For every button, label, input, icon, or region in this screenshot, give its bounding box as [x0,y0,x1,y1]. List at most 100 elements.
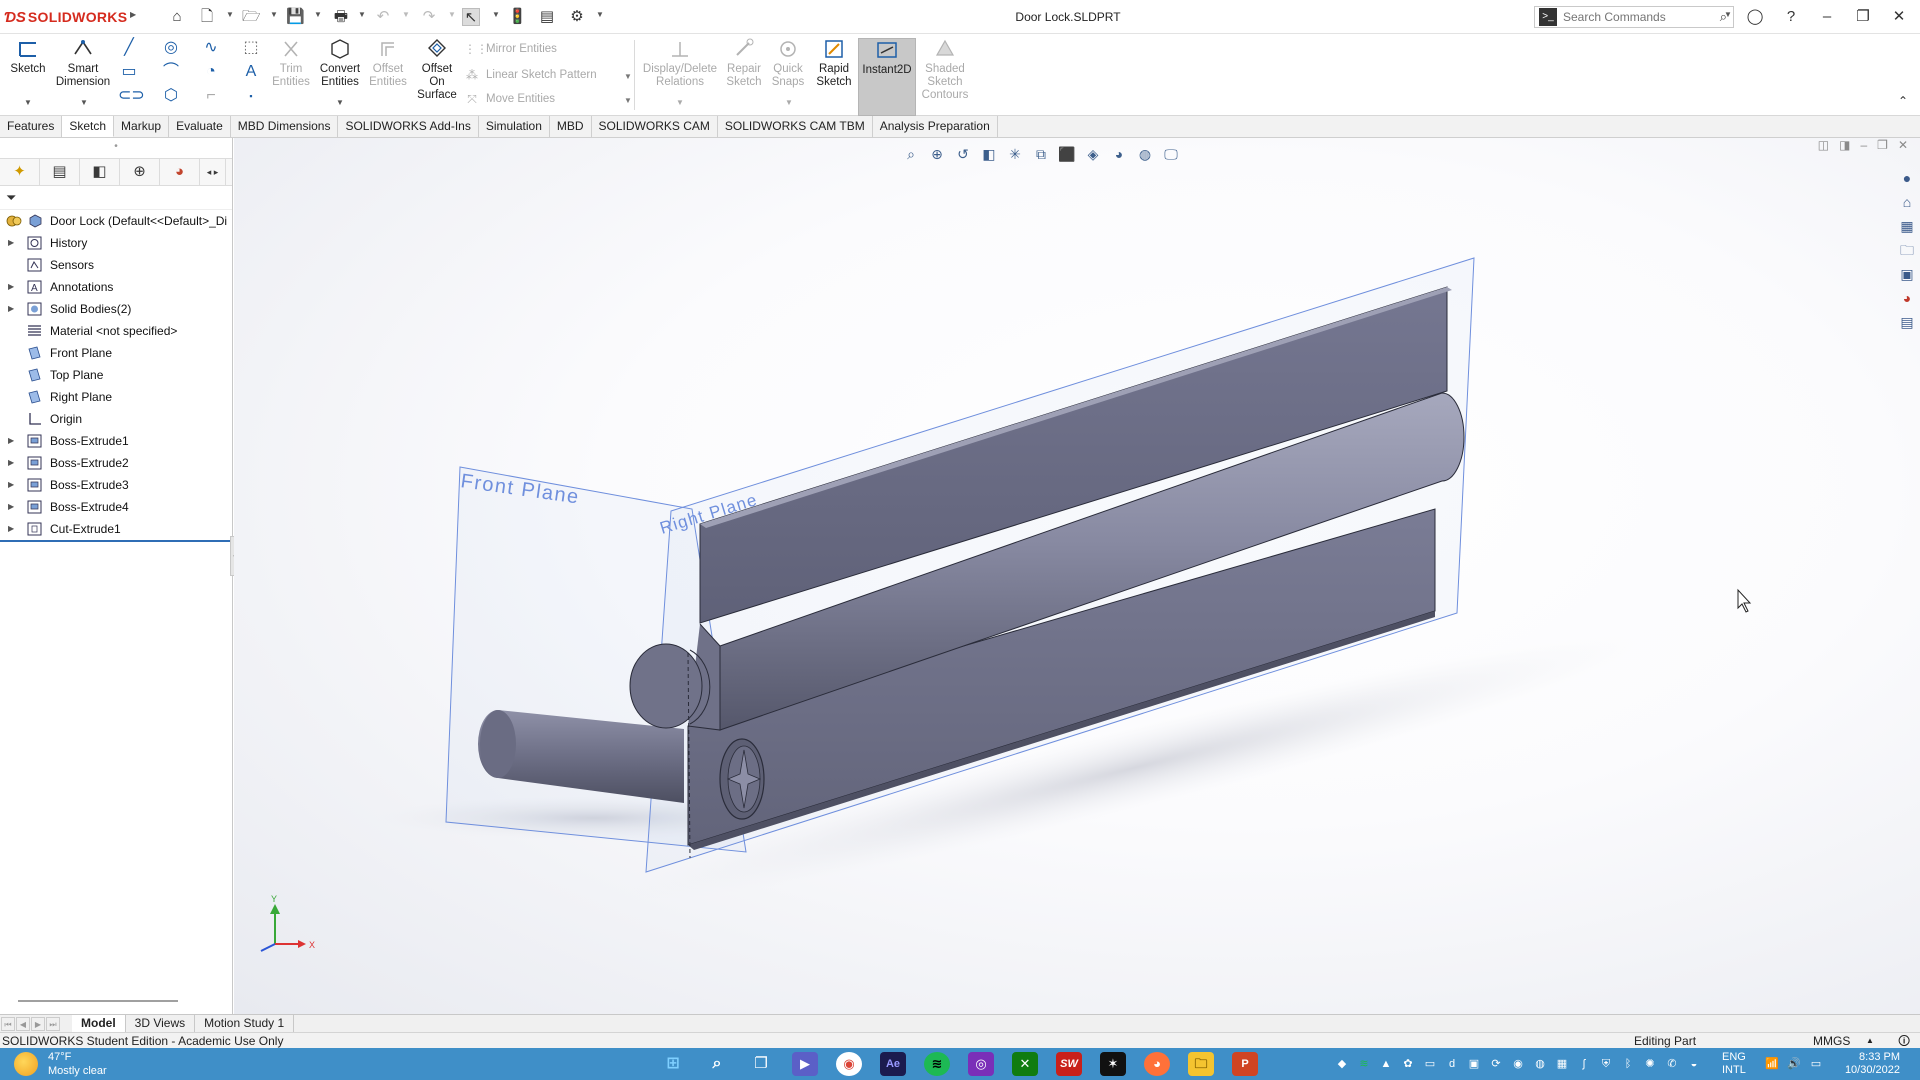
search-commands-box[interactable]: >_ ⌕ [1534,6,1734,28]
point-tool-icon[interactable]: ▪ [240,86,262,106]
text-tool-icon[interactable]: A [240,62,262,82]
offset-on-surface-button[interactable]: Offset On Surface [414,38,460,102]
expand-arrow-icon[interactable]: ▶ [8,276,14,298]
view-orientation-icon[interactable]: ⧉ [1030,144,1052,164]
tray-settings-icon[interactable]: ✺ [1642,1056,1658,1072]
file-explorer-taskbar-icon[interactable]: 🗀 [1188,1052,1214,1076]
tray-app-icon[interactable]: ✿ [1400,1056,1416,1072]
restore-icon[interactable]: ❐ [1848,4,1878,30]
trim-entities-button[interactable]: Trim Entities [270,38,312,89]
appearances-scenes-icon[interactable]: ▣ [1894,262,1920,286]
undo-icon[interactable]: ↶ [374,8,392,26]
tree-item-origin[interactable]: Origin [0,408,232,430]
purple-app-icon[interactable]: ◎ [968,1052,994,1076]
view-settings-icon[interactable]: 🖵 [1160,144,1182,164]
select-dropdown-icon[interactable]: ▼ [492,10,500,19]
battery-icon[interactable]: ▭ [1808,1056,1824,1072]
spotify-icon[interactable]: ≋ [924,1052,950,1076]
snaps-dropdown-icon[interactable]: ▼ [785,98,793,107]
solidworks-taskbar-icon[interactable]: SW [1056,1052,1082,1076]
tree-item-material-not-specified[interactable]: Material <not specified> [0,320,232,342]
rapid-sketch-button[interactable]: Rapid Sketch [812,38,856,89]
undo-dropdown-icon[interactable]: ▼ [402,10,410,19]
chrome-icon[interactable]: ◉ [836,1052,862,1076]
split-view-right-icon[interactable]: ◨ [1839,138,1850,152]
tab-solidworks-cam[interactable]: SOLIDWORKS CAM [592,116,718,137]
close-icon[interactable]: ✕ [1884,4,1914,30]
move-entities-button[interactable]: ⤧ Move Entities [464,92,555,106]
tab-mbd[interactable]: MBD [550,116,592,137]
tree-item-solid-bodies-2[interactable]: ▶ Solid Bodies(2) [0,298,232,320]
tray-spotify-icon[interactable]: ≋ [1356,1056,1372,1072]
tree-item-boss-extrude3[interactable]: ▶ Boss-Extrude3 [0,474,232,496]
zoom-to-fit-icon[interactable]: ⌕ [900,144,922,164]
tree-root-part[interactable]: Door Lock (Default<<Default>_Di [0,210,232,232]
tray-display-icon[interactable]: ▭ [1422,1056,1438,1072]
arc-tool-icon[interactable]: ⌒ [160,62,182,82]
smart-dimension-button[interactable]: Smart Dimension [52,38,114,89]
units-dropdown-icon[interactable]: ▲ [1866,1033,1874,1049]
save-dropdown-icon[interactable]: ▼ [314,10,322,19]
options-gear-icon[interactable]: ⚙ [568,8,586,26]
solidworks-resources-icon[interactable]: ● [1894,166,1920,190]
after-effects-icon[interactable]: Ae [880,1052,906,1076]
hide-show-items-icon[interactable]: ◈ [1082,144,1104,164]
tray-media-icon[interactable]: ▣ [1466,1056,1482,1072]
previous-tab-icon[interactable]: ◀ [16,1016,30,1031]
tab-simulation[interactable]: Simulation [479,116,550,137]
firefox-icon[interactable]: ◕ [1144,1052,1170,1076]
tree-item-boss-extrude1[interactable]: ▶ Boss-Extrude1 [0,430,232,452]
volume-icon[interactable]: 🔊 [1786,1056,1802,1072]
tray-security-icon[interactable]: ◒ [1686,1056,1702,1072]
expand-arrow-icon[interactable]: ▶ [8,430,14,452]
previous-view-icon[interactable]: ↺ [952,144,974,164]
tab-solidworks-cam-tbm[interactable]: SOLIDWORKS CAM TBM [718,116,873,137]
spline-tool-icon[interactable]: ∿ [200,38,222,58]
shaded-sketch-contours-button[interactable]: Shaded Sketch Contours [920,38,970,102]
smart-dimension-dropdown-icon[interactable]: ▼ [80,98,88,107]
collapse-ribbon-icon[interactable]: ⌃ [1898,94,1908,108]
tree-item-right-plane[interactable]: Right Plane [0,386,232,408]
mirror-entities-button[interactable]: ⋮⋮ Mirror Entities [464,42,557,56]
expand-arrow-icon[interactable]: ▶ [8,232,14,254]
panel-tabs-scroll-icon[interactable]: ◂ ▸ [200,159,226,185]
tab-solidworks-add-ins[interactable]: SOLIDWORKS Add-Ins [338,116,479,137]
circle-tool-icon[interactable]: ◎ [160,38,182,58]
graphics-area[interactable]: Front Plane Right Plane Y X ⌕ ⊕ ↺ ◧ ✳ ⧉ … [234,138,1920,1014]
dimxpert-manager-icon[interactable]: ⊕ [120,159,160,185]
tab-3d-views[interactable]: 3D Views [126,1015,196,1032]
expand-arrow-icon[interactable]: ▶ [8,518,14,540]
tree-item-annotations[interactable]: ▶ A Annotations [0,276,232,298]
print-dropdown-icon[interactable]: ▼ [358,10,366,19]
display-delete-relations-button[interactable]: Display/Delete Relations [640,38,720,89]
user-account-icon[interactable]: ◯ [1740,4,1770,30]
property-manager-icon[interactable]: ▤ [40,159,80,185]
tray-edge-icon[interactable]: ◍ [1532,1056,1548,1072]
polygon-tool-icon[interactable]: ⬡ [160,86,182,106]
search-commands-input[interactable] [1563,10,1720,24]
file-properties-icon[interactable]: ▤ [538,8,556,26]
panel-horizontal-scrollbar[interactable] [18,1000,178,1002]
fillet-tool-icon[interactable]: ◔ [200,62,222,82]
task-view-icon[interactable]: ❐ [748,1052,774,1076]
expand-arrow-icon[interactable]: ▶ [8,474,14,496]
tray-discord-icon[interactable]: d [1444,1056,1460,1072]
solidworks-logo[interactable]: ƊS SOLIDWORKS [4,7,127,27]
split-view-left-icon[interactable]: ◫ [1818,138,1829,152]
sketch-dropdown-icon[interactable]: ▼ [24,98,32,107]
viewport-minimize-icon[interactable]: – [1860,138,1867,152]
forum-icon[interactable]: ▤ [1894,310,1920,334]
next-tab-icon[interactable]: ▶ [31,1016,45,1031]
tab-markup[interactable]: Markup [114,116,170,137]
line-tool-icon[interactable]: ╱ [118,38,140,58]
unit-system-selector[interactable]: MMGS [1813,1033,1850,1049]
tree-filter-icon[interactable]: ⏷ [0,186,232,210]
input-language-indicator[interactable]: ENG INTL [1722,1051,1746,1077]
slot-tool-icon[interactable]: ⊂⊃ [118,86,145,106]
tree-item-sensors[interactable]: Sensors [0,254,232,276]
instant2d-button[interactable]: Instant2D [858,38,916,116]
rhino-icon[interactable]: ✶ [1100,1052,1126,1076]
custom-properties-icon[interactable]: ◕ [1894,286,1920,310]
options-dropdown-icon[interactable]: ▼ [596,10,604,19]
menu-expand-icon[interactable]: ▶ [130,10,136,19]
